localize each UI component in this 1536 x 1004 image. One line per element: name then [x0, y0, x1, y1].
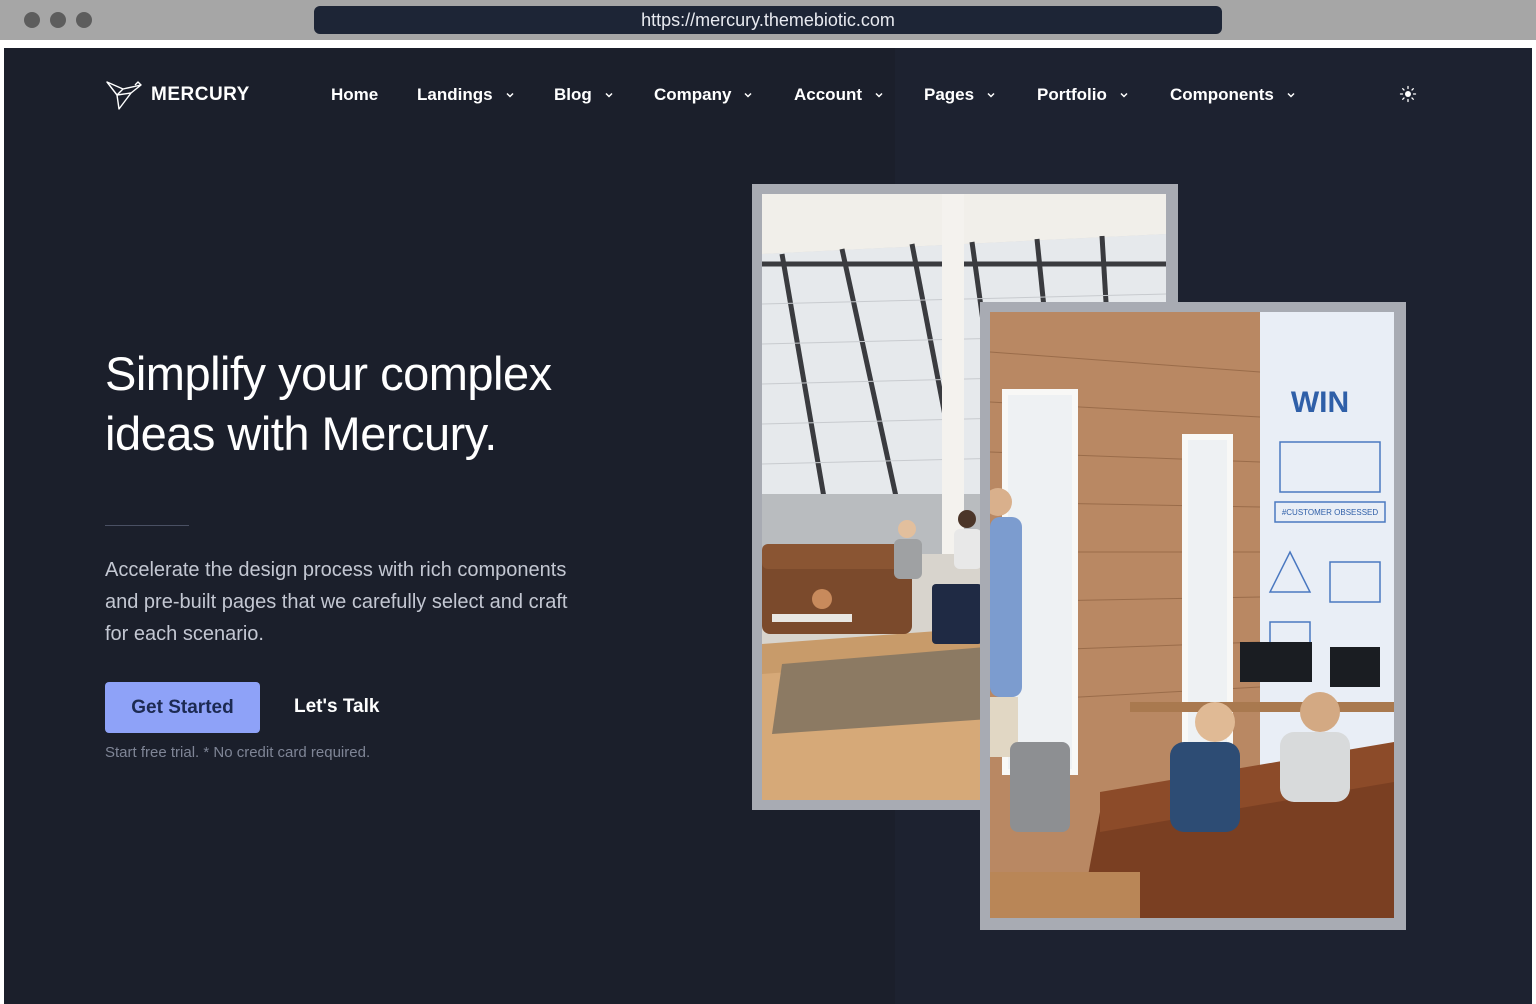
chevron-down-icon [744, 92, 752, 98]
get-started-button[interactable]: Get Started [105, 682, 260, 733]
nav-label: Portfolio [1037, 85, 1107, 104]
chevron-down-icon [605, 92, 613, 98]
chevron-down-icon [1287, 92, 1295, 98]
bird-logo-icon [106, 81, 142, 110]
chevron-down-icon [506, 92, 514, 98]
nav-blog[interactable]: Blog [554, 84, 614, 106]
nav-pages[interactable]: Pages [924, 84, 996, 106]
nav-company[interactable]: Company [654, 84, 753, 106]
nav-portfolio[interactable]: Portfolio [1037, 84, 1129, 106]
svg-text:#CUSTOMER OBSESSED: #CUSTOMER OBSESSED [1282, 508, 1379, 517]
chevron-down-icon [875, 92, 883, 98]
nav-label: Landings [417, 85, 493, 104]
hero-description: Accelerate the design process with rich … [105, 559, 568, 645]
nav-home[interactable]: Home [331, 84, 378, 106]
window-maximize-dot[interactable] [76, 12, 92, 28]
sun-icon[interactable] [1399, 85, 1417, 103]
brand-logo[interactable]: MERCURY [105, 78, 250, 112]
nav-label: Blog [554, 85, 592, 104]
address-bar[interactable]: https://mercury.themebiotic.com [314, 6, 1222, 34]
lets-talk-button[interactable]: Let's Talk [294, 696, 379, 718]
window-close-dot[interactable] [24, 12, 40, 28]
nav-components[interactable]: Components [1170, 84, 1296, 106]
trial-hint: Start free trial. * No credit card requi… [105, 744, 371, 761]
nav-label: Company [654, 85, 732, 104]
brick-office-image-frame: WIN #CUSTOMER OBSESSED [980, 302, 1406, 930]
nav-landings[interactable]: Landings [417, 84, 515, 106]
nav-label: Components [1170, 85, 1274, 104]
nav-account[interactable]: Account [794, 84, 884, 106]
brand-name: MERCURY [151, 84, 250, 105]
nav-label: Account [794, 85, 862, 104]
window-minimize-dot[interactable] [50, 12, 66, 28]
nav-label: Pages [924, 85, 975, 104]
divider [105, 525, 189, 526]
svg-text:WIN: WIN [1291, 386, 1349, 419]
nav-label: Home [331, 85, 379, 104]
page: MERCURY Home Landings Blog Company Accou… [4, 48, 1532, 1004]
chevron-down-icon [987, 92, 995, 98]
browser-chrome: https://mercury.themebiotic.com [0, 0, 1536, 40]
chevron-down-icon [1120, 92, 1128, 98]
hero-title: Simplify your complex ideas with Mercury… [105, 347, 552, 460]
brick-office-photo: WIN #CUSTOMER OBSESSED [990, 312, 1394, 918]
